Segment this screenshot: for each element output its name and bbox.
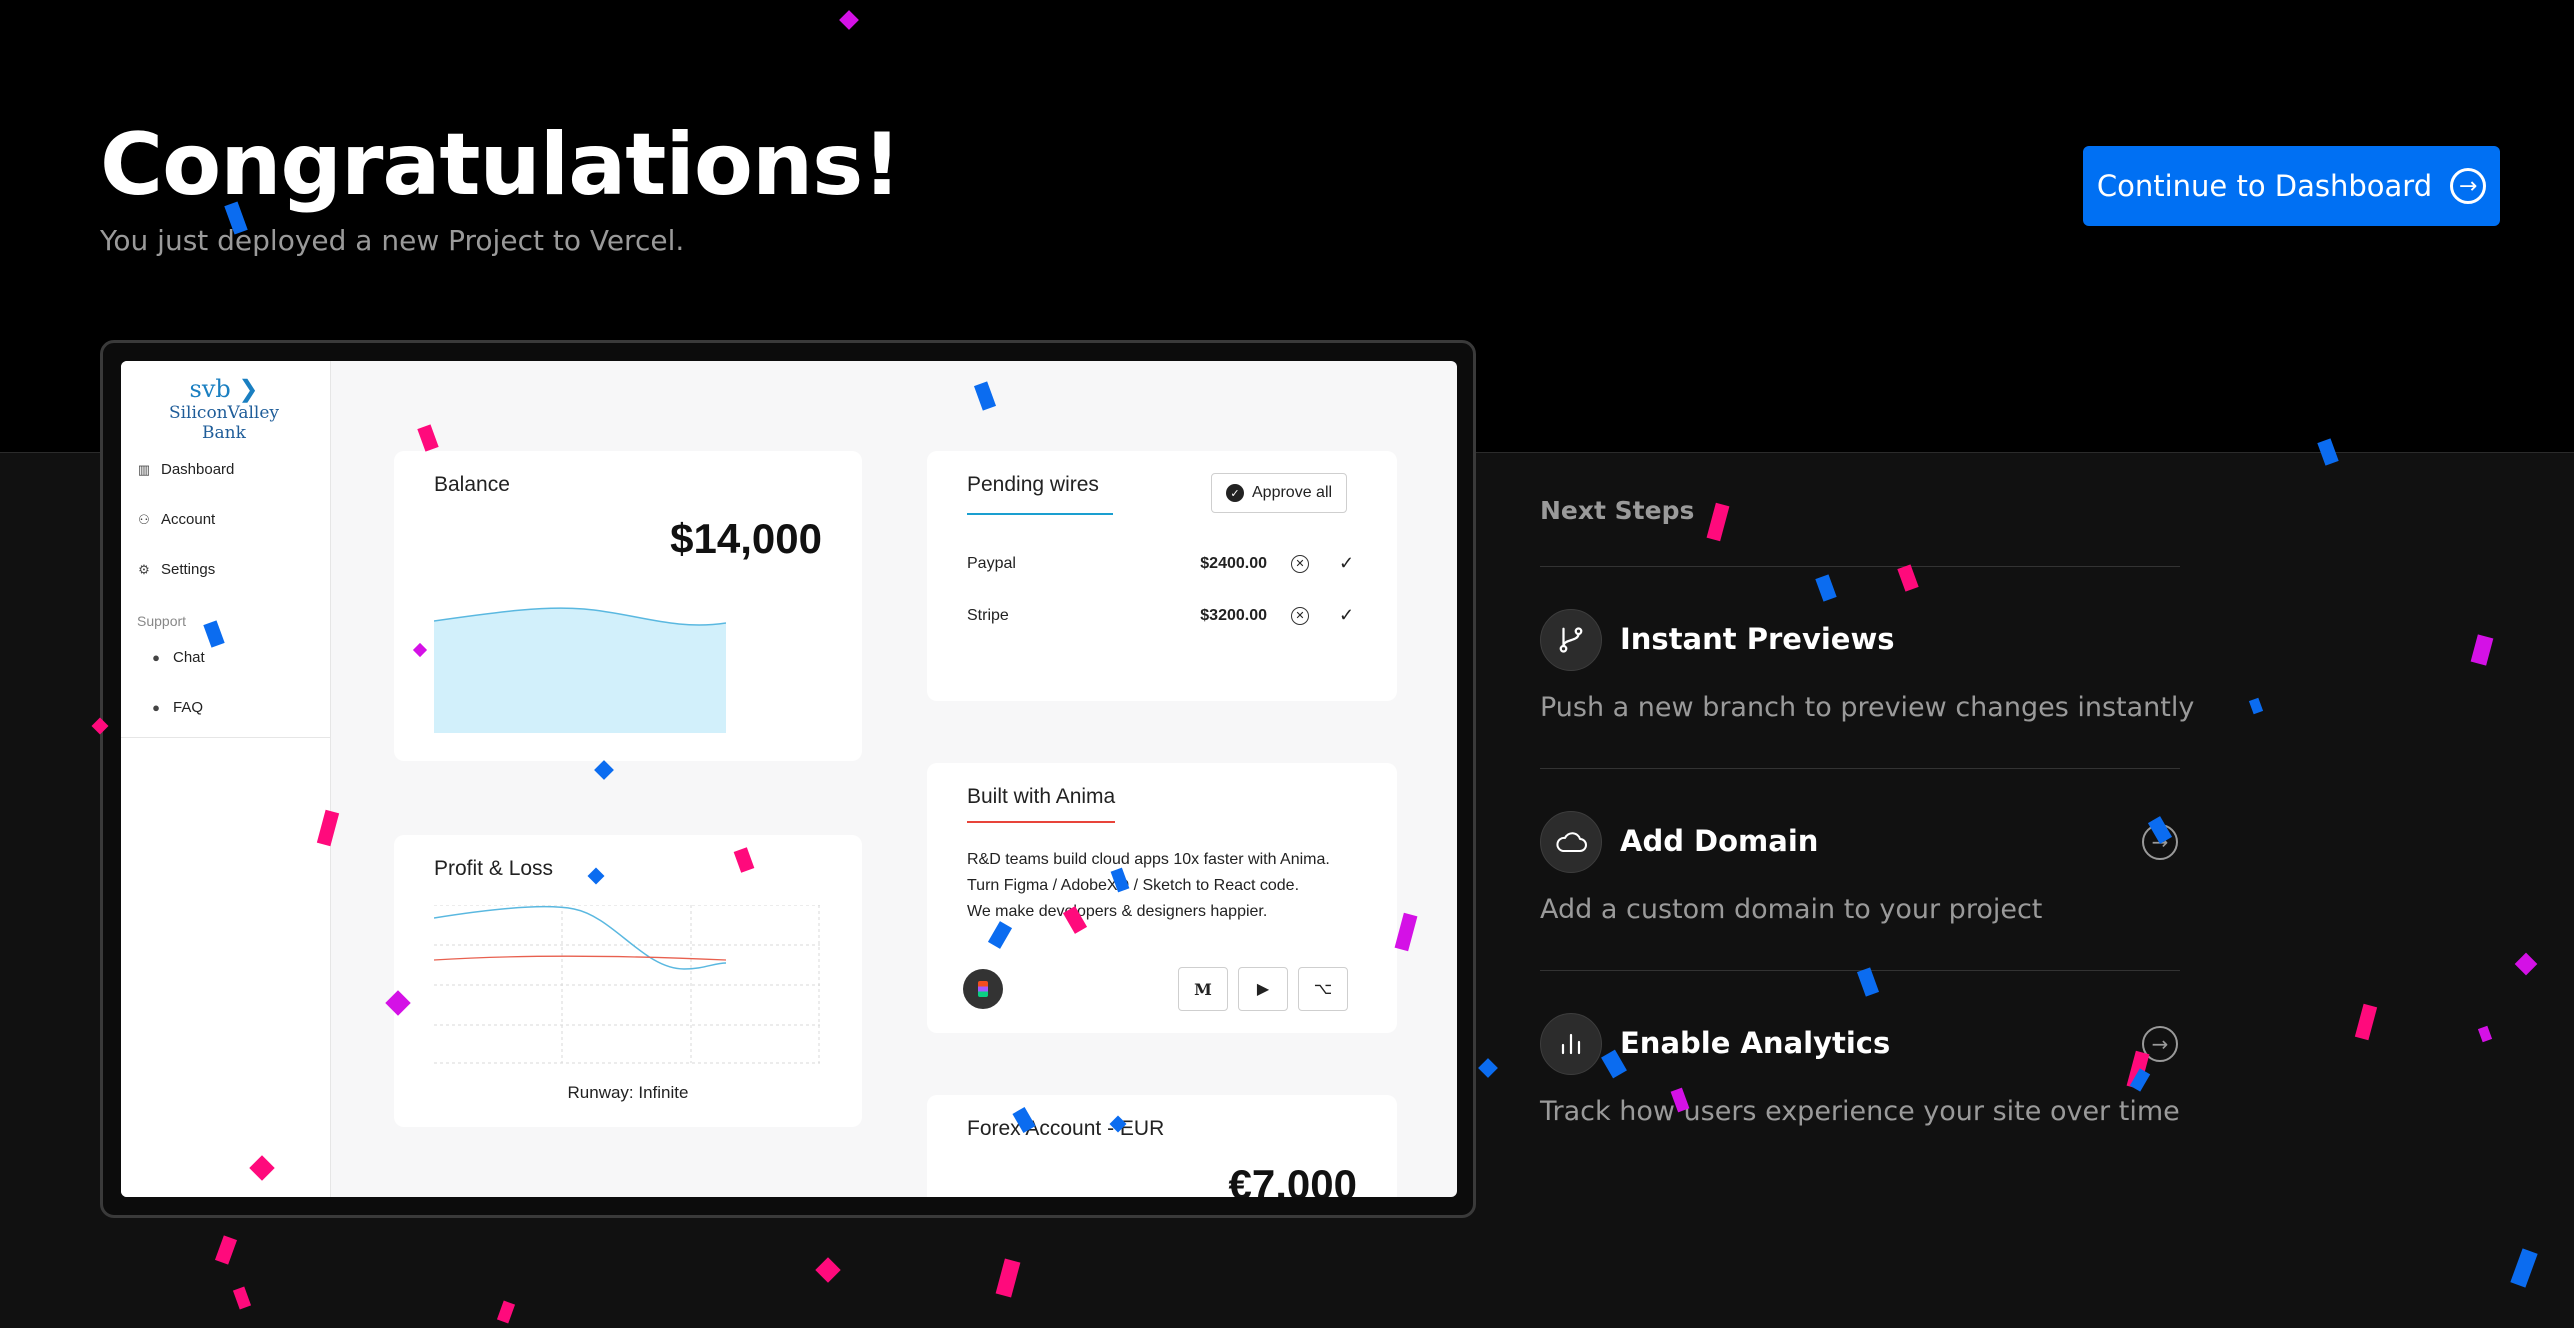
chat-icon: ● [152,650,160,665]
question-icon: ● [152,700,160,715]
balance-amount: $14,000 [670,515,822,562]
confetti-piece [1706,502,1730,542]
confetti-piece [995,1258,1021,1298]
cloud-icon [1540,811,1602,873]
figma-badge-icon [963,969,1003,1009]
github-icon: ⌥ [1298,967,1348,1011]
reject-icon: ✕ [1291,606,1309,625]
page-title: Congratulations! [100,115,902,215]
confetti-piece [2514,952,2538,976]
preview-screen: svb ❯ SiliconValley Bank ▥ Dashboard ⚇ A… [121,361,1457,1197]
pending-wires-title: Pending wires [967,473,1099,496]
approve-all-button: ✓ Approve all [1211,473,1348,513]
preview-sidebar: svb ❯ SiliconValley Bank ▥ Dashboard ⚇ A… [121,361,331,1197]
medium-icon: M [1178,967,1228,1011]
anima-card: Built with Anima R&D teams build cloud a… [927,763,1397,1033]
bar-chart-icon [1540,1013,1602,1075]
forex-amount: €7,000 [1228,1161,1357,1197]
confetti-piece [1815,574,1837,602]
user-icon: ⚇ [138,511,150,527]
confetti-piece [2354,1003,2378,1041]
balance-title: Balance [434,473,510,496]
cta-label: Continue to Dashboard [2096,169,2433,203]
deployment-preview[interactable]: svb ❯ SiliconValley Bank ▥ Dashboard ⚇ A… [100,340,1476,1218]
wire-row: Stripe $3200.00 ✕ ✓ [967,605,1355,625]
wire-row: Paypal $2400.00 ✕ ✓ [967,553,1355,573]
forex-title: Forex Account - EUR [967,1117,1165,1140]
step-desc-add-domain: Add a custom domain to your project [1540,894,2043,925]
anima-title: Built with Anima [967,785,1116,808]
confetti-piece [815,1257,841,1283]
chart-icon: ▥ [137,461,151,477]
next-steps-divider [1540,566,2180,567]
git-branch-icon [1540,609,1602,671]
confetti-piece [496,1300,516,1324]
balance-area-chart [434,607,726,733]
profit-loss-chart [434,905,820,1064]
sidebar-item-settings: ⚙ Settings [138,561,216,578]
confetti-piece [1897,564,1919,592]
approve-check-icon: ✓ [1339,605,1355,625]
confetti-piece [2477,1025,2493,1043]
profit-loss-card: Profit & Loss Runway: Infinite [394,835,862,1127]
check-circle-icon: ✓ [1226,484,1244,502]
step-title-instant-previews[interactable]: Instant Previews [1620,622,1895,656]
confetti-piece [2510,1248,2538,1288]
step-title-add-domain[interactable]: Add Domain [1620,824,1818,858]
step-title-enable-analytics[interactable]: Enable Analytics [1620,1026,1890,1060]
confetti-piece [2470,634,2494,666]
sidebar-item-chat: ● Chat [149,649,205,666]
sidebar-divider [121,737,330,738]
confetti-piece [2248,697,2264,715]
continue-to-dashboard-button[interactable]: Continue to Dashboard → [2083,146,2500,226]
sidebar-item-account: ⚇ Account [138,511,216,528]
anima-underline [967,821,1115,823]
pending-wires-underline [967,513,1113,515]
confetti-piece [1856,967,1880,997]
reject-icon: ✕ [1291,554,1309,573]
balance-card: Balance $14,000 [394,451,862,761]
step-desc-instant-previews: Push a new branch to preview changes ins… [1540,692,2195,723]
arrow-right-circle-icon: → [2450,168,2487,204]
profit-loss-title: Profit & Loss [434,857,554,880]
page-subtitle: You just deployed a new Project to Verce… [100,224,685,257]
support-label: Support [137,613,187,629]
svb-logo: svb ❯ SiliconValley Bank [168,375,280,443]
pending-wires-card: Pending wires ✓ Approve all Paypal $2400… [927,451,1397,701]
gear-icon: ⚙ [138,561,150,577]
confetti-piece [1478,1058,1498,1078]
sidebar-item-dashboard: ▥ Dashboard [137,461,235,478]
sidebar-item-faq: ● FAQ [149,699,203,716]
anima-description: R&D teams build cloud apps 10x faster wi… [967,851,1330,920]
runway-label: Runway: Infinite [567,1083,689,1102]
approve-check-icon: ✓ [1339,553,1355,573]
next-steps-divider [1540,768,2180,769]
youtube-icon: ▶ [1238,967,1288,1011]
forex-card: Forex Account - EUR €7,000 [927,1095,1397,1197]
confetti-piece [214,1235,238,1265]
step-desc-enable-analytics: Track how users experience your site ove… [1540,1096,2180,1127]
next-steps-title: Next Steps [1540,496,1695,525]
confetti-piece [232,1286,252,1310]
